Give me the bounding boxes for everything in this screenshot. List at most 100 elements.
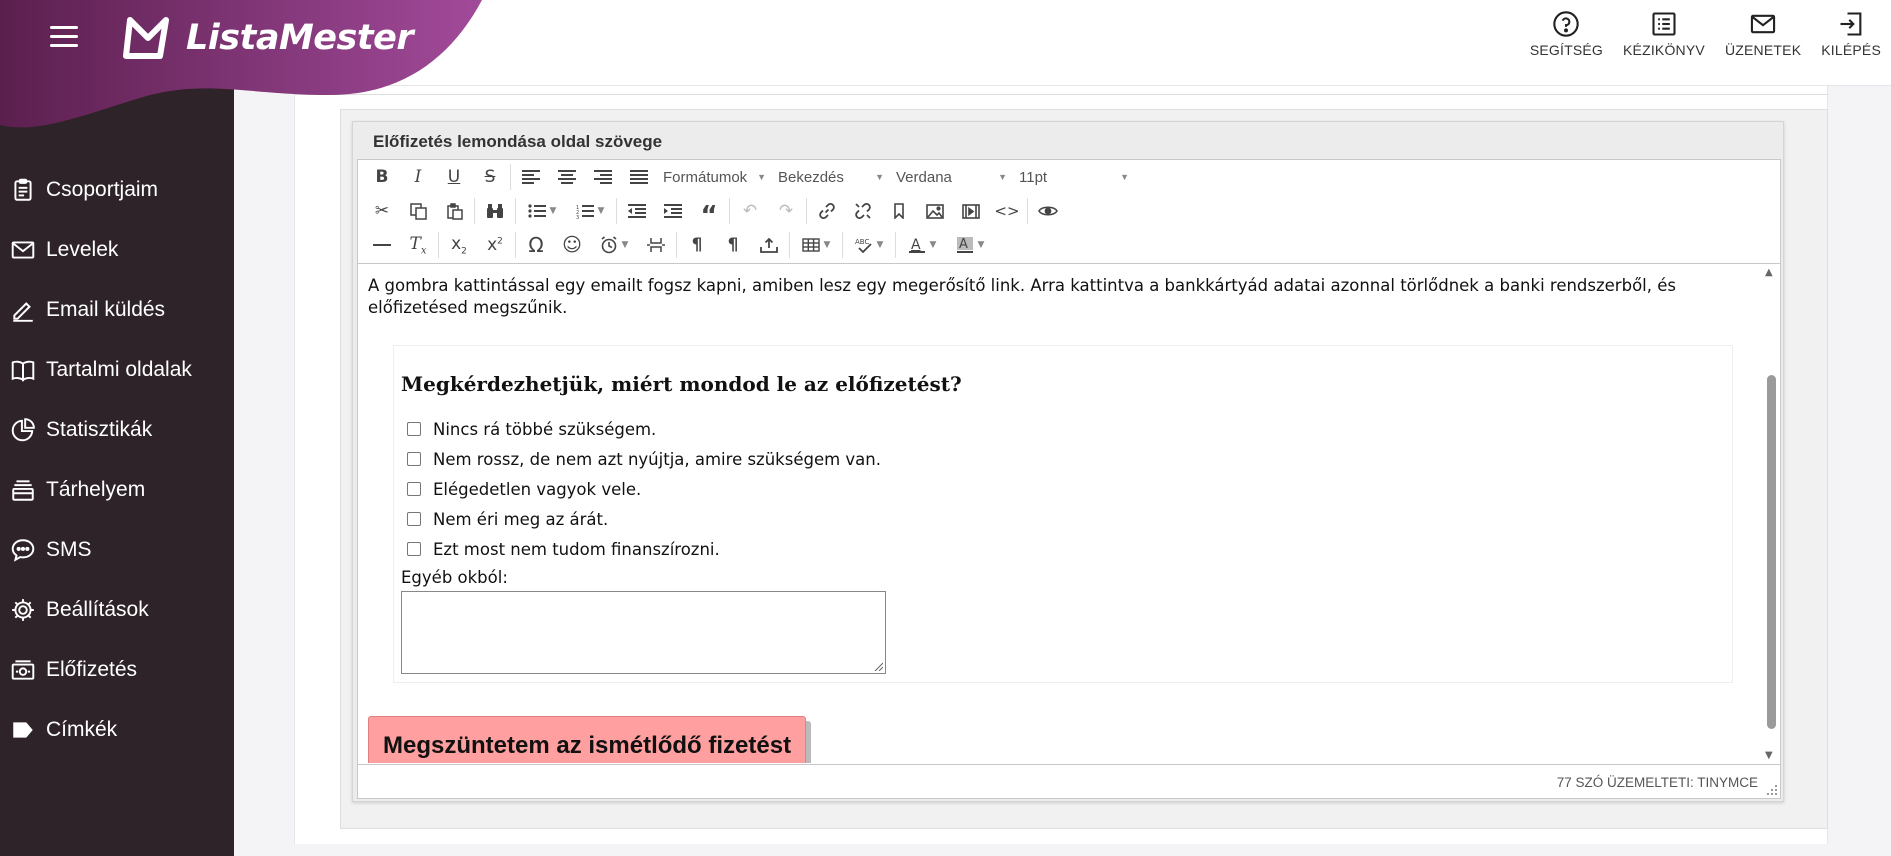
font-size-label: 11pt <box>1019 168 1048 186</box>
text-color-button[interactable]: A ▼ <box>898 230 946 260</box>
sidebar-item-cimkek[interactable]: Címkék <box>0 700 234 760</box>
find-replace-button[interactable] <box>477 196 513 226</box>
block-format-dropdown[interactable]: Bekezdés ▼ <box>772 162 890 192</box>
text-color-icon: A <box>908 237 925 253</box>
scrollbar-thumb[interactable] <box>1767 375 1776 729</box>
align-justify-button[interactable] <box>621 162 657 192</box>
other-reason-label: Egyéb okból: <box>401 568 508 587</box>
toolbar-separator <box>1027 198 1028 224</box>
superscript-button[interactable]: x2 <box>477 230 513 260</box>
menu-toggle-button[interactable] <box>50 26 78 48</box>
formats-dropdown[interactable]: Formátumok ▼ <box>657 162 772 192</box>
editor-toolbar: B I U S Formátumok ▼ Bekezdés ▼ Verdana ▼ 1… <box>358 160 1780 264</box>
show-invisibles-button[interactable]: ¶ <box>715 230 751 260</box>
sidebar-item-beallitasok[interactable]: Beállítások <box>0 580 234 640</box>
insert-link-button[interactable] <box>809 196 845 226</box>
sidebar-item-tarhelyem[interactable]: Tárhelyem <box>0 460 234 520</box>
toolbar-separator <box>676 232 677 258</box>
cut-button[interactable]: ✂ <box>364 196 400 226</box>
source-code-button[interactable]: <> <box>989 196 1025 226</box>
sidebar-item-label: SMS <box>46 538 92 561</box>
numbered-list-button[interactable]: 1 2 3 ▼ <box>566 196 614 226</box>
envelope-icon <box>11 241 35 259</box>
messages-button[interactable]: ÜZENETEK <box>1715 10 1811 58</box>
preview-button[interactable] <box>1030 196 1066 226</box>
insert-image-button[interactable] <box>917 196 953 226</box>
chevron-down-icon: ▼ <box>621 240 629 250</box>
copy-button[interactable] <box>400 196 436 226</box>
other-reason-textarea[interactable] <box>401 591 886 674</box>
survey-option: Nem éri meg az árát. <box>401 504 881 534</box>
word-count: 77 SZÓ ÜZEMELTETI: TINYMCE <box>1556 775 1758 790</box>
help-button[interactable]: SEGÍTSÉG <box>1520 10 1613 58</box>
pie-chart-icon <box>11 418 35 442</box>
chevron-down-icon: ▼ <box>597 206 605 216</box>
font-family-dropdown[interactable]: Verdana ▼ <box>890 162 1013 192</box>
hamburger-bar <box>50 35 78 38</box>
font-size-dropdown[interactable]: 11pt ▼ <box>1013 162 1135 192</box>
insert-media-button[interactable] <box>953 196 989 226</box>
logout-button[interactable]: KILÉPÉS <box>1811 10 1891 58</box>
undo-button[interactable]: ↶ <box>732 196 768 226</box>
scroll-up-icon[interactable]: ▲ <box>1765 267 1773 278</box>
brand-logo[interactable]: ListaMester <box>120 14 414 62</box>
sidebar-item-tartalmi-oldalak[interactable]: Tartalmi oldalak <box>0 340 234 400</box>
binoculars-icon <box>487 204 503 218</box>
show-blocks-button[interactable]: ¶ <box>679 230 715 260</box>
align-right-button[interactable] <box>585 162 621 192</box>
align-center-button[interactable] <box>549 162 585 192</box>
sidebar-item-email-kuldes[interactable]: Email küldés <box>0 280 234 340</box>
align-left-button[interactable] <box>513 162 549 192</box>
cancel-recurring-payment-button[interactable]: Megszüntetem az ismétlődő fizetést <box>368 716 807 763</box>
emoticons-button[interactable]: ☺ <box>554 230 590 260</box>
toolbar-separator <box>616 198 617 224</box>
special-char-button[interactable]: Ω <box>518 230 554 260</box>
clear-formatting-icon: Tx <box>409 233 427 257</box>
strikethrough-button[interactable]: S <box>472 162 508 192</box>
editor-content[interactable]: A gombra kattintással egy emailt fogsz k… <box>358 265 1762 763</box>
clear-formatting-button[interactable]: Tx <box>400 230 436 260</box>
redo-button[interactable]: ↷ <box>768 196 804 226</box>
upload-button[interactable] <box>751 230 787 260</box>
indent-button[interactable] <box>655 196 691 226</box>
table-button[interactable]: ▼ <box>792 230 840 260</box>
sidebar-item-sms[interactable]: SMS <box>0 520 234 580</box>
checkbox[interactable] <box>407 452 421 466</box>
paste-button[interactable] <box>436 196 472 226</box>
editor-scrollbar[interactable]: ▲ ▼ <box>1762 265 1780 763</box>
manual-button[interactable]: KÉZIKÖNYV <box>1613 10 1715 58</box>
checkbox[interactable] <box>407 512 421 526</box>
align-justify-icon <box>630 170 648 184</box>
scroll-down-icon[interactable]: ▼ <box>1765 750 1773 761</box>
insert-datetime-button[interactable]: ▼ <box>590 230 638 260</box>
toolbar-separator <box>515 232 516 258</box>
page-break-button[interactable] <box>638 230 674 260</box>
checkbox[interactable] <box>407 482 421 496</box>
remove-link-button[interactable] <box>845 196 881 226</box>
outdent-button[interactable] <box>619 196 655 226</box>
sidebar-item-statisztikak[interactable]: Statisztikák <box>0 400 234 460</box>
anchor-button[interactable] <box>881 196 917 226</box>
pilcrow-icon: ¶ <box>727 235 739 255</box>
background-color-button[interactable]: A ▼ <box>946 230 994 260</box>
resize-grip-icon[interactable] <box>1766 784 1778 796</box>
checkbox[interactable] <box>407 422 421 436</box>
underline-button[interactable]: U <box>436 162 472 192</box>
sidebar-item-elofizetes[interactable]: Előfizetés <box>0 640 234 700</box>
help-circle-icon <box>1553 11 1580 37</box>
blockquote-button[interactable]: “ <box>691 196 727 231</box>
bullet-list-button[interactable]: ▼ <box>518 196 566 226</box>
editor-section-title: Előfizetés lemondása oldal szövege <box>373 132 663 151</box>
checkbox[interactable] <box>407 542 421 556</box>
subscript-button[interactable]: x2 <box>441 230 477 260</box>
spellcheck-button[interactable]: ABC ▼ <box>845 230 893 260</box>
italic-button[interactable]: I <box>400 162 436 192</box>
horizontal-rule-button[interactable] <box>364 230 400 260</box>
block-format-label: Bekezdés <box>778 168 844 186</box>
underline-icon: U <box>447 167 461 187</box>
sidebar-item-label: Beállítások <box>46 598 149 621</box>
sidebar-item-csoportjaim[interactable]: Csoportjaim <box>0 160 234 220</box>
bold-button[interactable]: B <box>364 162 400 192</box>
sidebar-item-levelek[interactable]: Levelek <box>0 220 234 280</box>
chat-bubble-icon <box>11 539 35 562</box>
